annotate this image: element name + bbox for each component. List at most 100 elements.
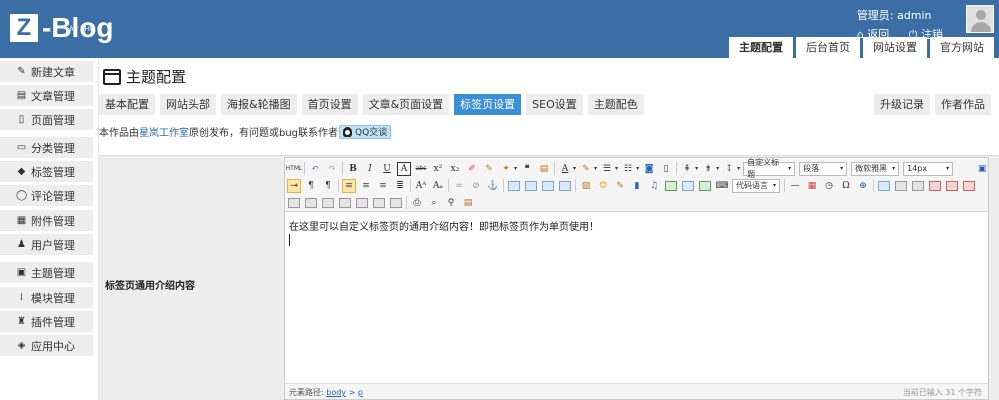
top-tab-dashboard[interactable]: 后台首页 <box>796 37 860 58</box>
insert-paragraph-before-table-icon[interactable] <box>911 179 925 193</box>
image-center-icon[interactable] <box>558 179 572 193</box>
special-chars-icon[interactable]: Ω <box>839 179 853 193</box>
image-none-icon[interactable] <box>507 179 521 193</box>
ltr-direction-icon[interactable]: ⇥ <box>287 178 301 193</box>
lowercase-icon[interactable]: Aₐ <box>431 179 445 193</box>
fullscreen-icon[interactable]: ▣ <box>975 162 989 176</box>
rtl-direction-icon[interactable]: ¶ <box>304 179 318 193</box>
sidebar-item-users[interactable]: ♟ 用户管理 <box>0 234 93 255</box>
strikethrough-icon[interactable]: abc <box>414 162 428 176</box>
editor-content[interactable]: 在这里可以自定义标签页的通用介绍内容！即把标签页作为单页使用！ <box>289 218 599 233</box>
row-spacing-bottom-icon[interactable]: ⇟ <box>701 162 715 176</box>
unlink-icon[interactable]: ⊘ <box>469 179 483 193</box>
attachment-tool-icon[interactable] <box>664 179 678 193</box>
tab-theme-colors[interactable]: 主题配色 <box>587 94 644 115</box>
auto-format-icon[interactable]: ✦ <box>499 162 513 176</box>
chevron-down-icon[interactable]: ▾ <box>573 165 576 172</box>
tab-article-page-settings[interactable]: 文章&页面设置 <box>362 94 450 115</box>
zblog-logo[interactable]: Z -Blog <box>10 14 114 42</box>
align-center-icon[interactable]: ≡ <box>359 179 373 193</box>
sidebar-item-plugins[interactable]: ♜ 插件管理 <box>0 311 93 332</box>
ordered-list-icon[interactable]: ☰ <box>600 162 614 176</box>
row-spacing-top-icon[interactable]: ⇞ <box>680 162 694 176</box>
paragraph-select[interactable]: 段落 ▾ <box>799 161 848 176</box>
insert-image-icon[interactable]: ▨ <box>579 179 593 193</box>
sidebar-item-themes[interactable]: ▣ 主题管理 <box>0 262 93 283</box>
qq-chat-button[interactable]: QQ交谈 <box>339 124 392 139</box>
top-tab-site-settings[interactable]: 网站设置 <box>863 37 927 58</box>
unordered-list-icon[interactable]: ☷ <box>621 162 635 176</box>
insert-col-icon[interactable] <box>962 179 976 193</box>
studio-link[interactable]: 星岚工作室 <box>139 124 189 139</box>
anchor-icon[interactable]: ⚓ <box>486 179 500 193</box>
chevron-down-icon[interactable]: ▾ <box>737 165 740 172</box>
align-left-icon[interactable]: ≡ <box>342 178 356 193</box>
chevron-down-icon[interactable]: ▾ <box>514 165 517 172</box>
paste-plain-icon[interactable]: ▤ <box>537 162 551 176</box>
chevron-down-icon[interactable]: ▾ <box>594 165 597 172</box>
print-icon[interactable]: ⎙ <box>410 196 424 210</box>
insert-video-icon[interactable]: ▮ <box>630 179 644 193</box>
date-icon[interactable]: ▦ <box>805 179 819 193</box>
split-cells-icon[interactable] <box>355 196 369 210</box>
split-rows-icon[interactable] <box>372 196 386 210</box>
scrawl-icon[interactable]: ✎ <box>613 179 627 193</box>
delete-row-icon[interactable] <box>945 179 959 193</box>
sidebar-item-new-article[interactable]: ✎ 新建文章 <box>0 61 93 82</box>
drafts-icon[interactable]: ▤ <box>461 196 475 210</box>
insert-row-icon[interactable] <box>928 179 942 193</box>
merge-down-icon[interactable] <box>338 196 352 210</box>
split-cols-icon[interactable] <box>389 196 403 210</box>
underline-icon[interactable]: U <box>380 162 394 176</box>
image-right-icon[interactable] <box>541 179 555 193</box>
font-border-icon[interactable]: A <box>397 161 411 176</box>
search-replace-icon[interactable]: ⊕ <box>856 179 870 193</box>
sidebar-item-comments[interactable]: ◯ 评论管理 <box>0 185 93 206</box>
redo-icon[interactable]: ↷ <box>325 162 339 176</box>
sidebar-item-categories[interactable]: ▭ 分类管理 <box>0 137 93 158</box>
align-right-icon[interactable]: ≡ <box>376 179 390 193</box>
merge-cells-icon[interactable] <box>304 196 318 210</box>
sidebar-item-app-center[interactable]: ◈ 应用中心 <box>0 335 93 356</box>
time-icon[interactable]: ◷ <box>822 179 836 193</box>
clear-doc-icon[interactable]: ▯ <box>659 162 673 176</box>
insert-music-icon[interactable]: ♫ <box>647 179 661 193</box>
sidebar-item-pages[interactable]: ▯ 页面管理 <box>0 109 93 130</box>
line-height-icon[interactable]: ↕ <box>722 162 736 176</box>
top-tab-theme-config[interactable]: 主题配置 <box>729 37 793 58</box>
tab-seo-settings[interactable]: SEO设置 <box>526 94 583 115</box>
sidebar-item-articles[interactable]: ▤ 文章管理 <box>0 85 93 106</box>
subscript-icon[interactable]: x₂ <box>448 162 462 176</box>
tab-site-header[interactable]: 网站头部 <box>160 94 216 115</box>
eraser-icon[interactable]: ✐ <box>465 162 479 176</box>
undo-icon[interactable]: ↶ <box>308 162 322 176</box>
link-icon[interactable]: ∞ <box>452 179 466 193</box>
tab-home-settings[interactable]: 首页设置 <box>301 94 358 115</box>
bold-icon[interactable]: B <box>346 162 360 176</box>
image-left-icon[interactable] <box>524 179 538 193</box>
italic-icon[interactable]: I <box>363 162 377 176</box>
code-language-select[interactable]: 代码语言 ▾ <box>732 178 780 193</box>
author-works-button[interactable]: 作者作品 <box>935 94 991 115</box>
custom-title-select[interactable]: 自定义标题 ▾ <box>743 158 796 179</box>
select-all-icon[interactable]: ◙ <box>642 162 656 176</box>
element-path-body-link[interactable]: body <box>326 388 346 397</box>
sidebar-item-modules[interactable]: ⁞ 模块管理 <box>0 287 93 308</box>
map-icon[interactable] <box>681 179 695 193</box>
format-painter-icon[interactable]: ✎ <box>482 162 496 176</box>
chevron-down-icon[interactable]: ▾ <box>695 165 698 172</box>
gmap-icon[interactable] <box>698 179 712 193</box>
sidebar-item-tags[interactable]: ◆ 标签管理 <box>0 161 93 182</box>
emoticon-icon[interactable]: ☺ <box>596 179 610 193</box>
element-path-p-link[interactable]: p <box>358 388 363 397</box>
tab-basic-config[interactable]: 基本配置 <box>99 94 155 115</box>
indent-icon[interactable]: ¶ <box>321 179 335 193</box>
font-family-select[interactable]: 微软雅黑 ▾ <box>851 161 900 176</box>
font-color-icon[interactable]: A <box>558 162 572 176</box>
blockquote-icon[interactable]: ❝ <box>520 162 534 176</box>
tab-poster-carousel[interactable]: 海报&轮播图 <box>221 94 297 115</box>
search-icon[interactable]: ⚲ <box>444 196 458 210</box>
align-justify-icon[interactable]: ≣ <box>393 179 407 193</box>
uppercase-icon[interactable]: Aᴬ <box>414 179 428 193</box>
insert-code-icon[interactable]: ⌨ <box>715 179 729 193</box>
